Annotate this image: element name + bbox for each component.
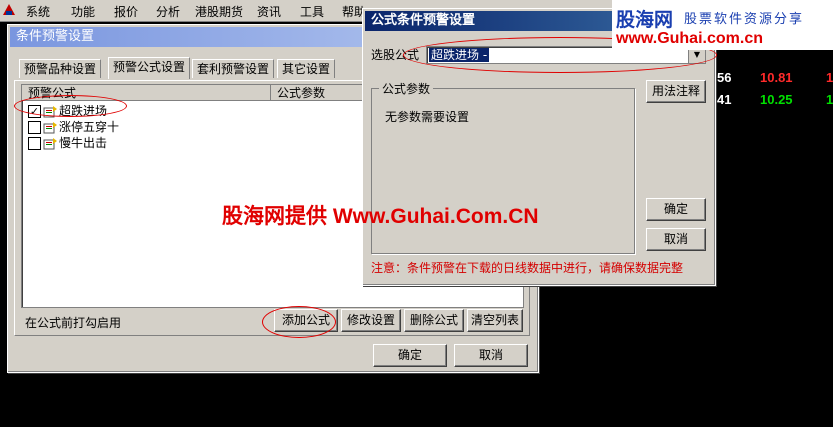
quote-price: 10.25: [760, 92, 793, 107]
list-item[interactable]: 涨停五穿十: [28, 119, 119, 135]
select-formula-label: 选股公式: [371, 48, 420, 62]
tab-arbitrage-settings[interactable]: 套利预警设置: [192, 59, 275, 78]
add-formula-button[interactable]: 添加公式: [274, 309, 338, 332]
checkbox[interactable]: ✓: [28, 105, 41, 118]
edit-settings-button[interactable]: 修改设置: [341, 309, 401, 332]
watermark-text: 股海网提供 Www.Guhai.Com.CN: [222, 205, 539, 228]
menu-system[interactable]: 系统: [26, 3, 50, 20]
ok-button[interactable]: 确定: [646, 198, 706, 221]
cancel-button[interactable]: 取消: [454, 344, 528, 367]
menu-quote[interactable]: 报价: [114, 3, 138, 20]
tab-symbol-settings[interactable]: 预警品种设置: [19, 59, 102, 78]
cancel-button[interactable]: 取消: [646, 228, 706, 251]
menu-function[interactable]: 功能: [71, 3, 95, 20]
warning-note: 注意：条件预警在下载的日线数据中进行，请确保数据完整: [371, 261, 684, 275]
menu-news[interactable]: 资讯: [257, 3, 281, 20]
list-item[interactable]: ✓ 超跌进场: [28, 103, 107, 119]
site-logo: 股海网 股票软件资源分享 www.Guhai.com.cn: [612, 0, 833, 50]
formula-name: 慢牛出击: [59, 136, 108, 150]
delete-formula-button[interactable]: 删除公式: [404, 309, 464, 332]
logo-url: www.Guhai.com.cn: [616, 30, 763, 47]
quote-cell: 41: [717, 92, 732, 107]
tab-other-settings[interactable]: 其它设置: [277, 59, 336, 78]
app-logo-icon: [3, 4, 15, 15]
quote-cell: 1: [826, 92, 833, 107]
quote-cell: 1: [826, 70, 833, 85]
menu-tools[interactable]: 工具: [300, 3, 324, 20]
usage-notes-button[interactable]: 用法注释: [646, 80, 706, 103]
formula-icon: [43, 137, 57, 149]
formula-icon: [43, 105, 57, 117]
clear-list-button[interactable]: 清空列表: [467, 309, 523, 332]
hint-text: 在公式前打勾启用: [25, 316, 122, 330]
checkbox[interactable]: [28, 137, 41, 150]
column-header-formula[interactable]: 预警公式: [22, 85, 271, 101]
formula-name: 超跌进场: [59, 104, 108, 118]
list-item[interactable]: 慢牛出击: [28, 135, 107, 151]
no-params-text: 无参数需要设置: [385, 110, 470, 124]
selected-formula: 超跌进场 -: [429, 48, 490, 62]
formula-name: 涨停五穿十: [59, 120, 120, 134]
ok-button[interactable]: 确定: [373, 344, 447, 367]
quote-price: 10.81: [760, 70, 793, 85]
logo-slogan: 股票软件资源分享: [684, 11, 805, 26]
formula-icon: [43, 121, 57, 133]
params-group-label: 公式参数: [379, 80, 434, 97]
menu-analysis[interactable]: 分析: [156, 3, 180, 20]
quote-cell: 56: [717, 70, 732, 85]
menu-hk-futures[interactable]: 港股期货: [195, 3, 243, 20]
logo-name: 股海网: [616, 10, 674, 31]
checkbox[interactable]: [28, 121, 41, 134]
tab-formula-settings[interactable]: 预警公式设置: [108, 57, 191, 79]
